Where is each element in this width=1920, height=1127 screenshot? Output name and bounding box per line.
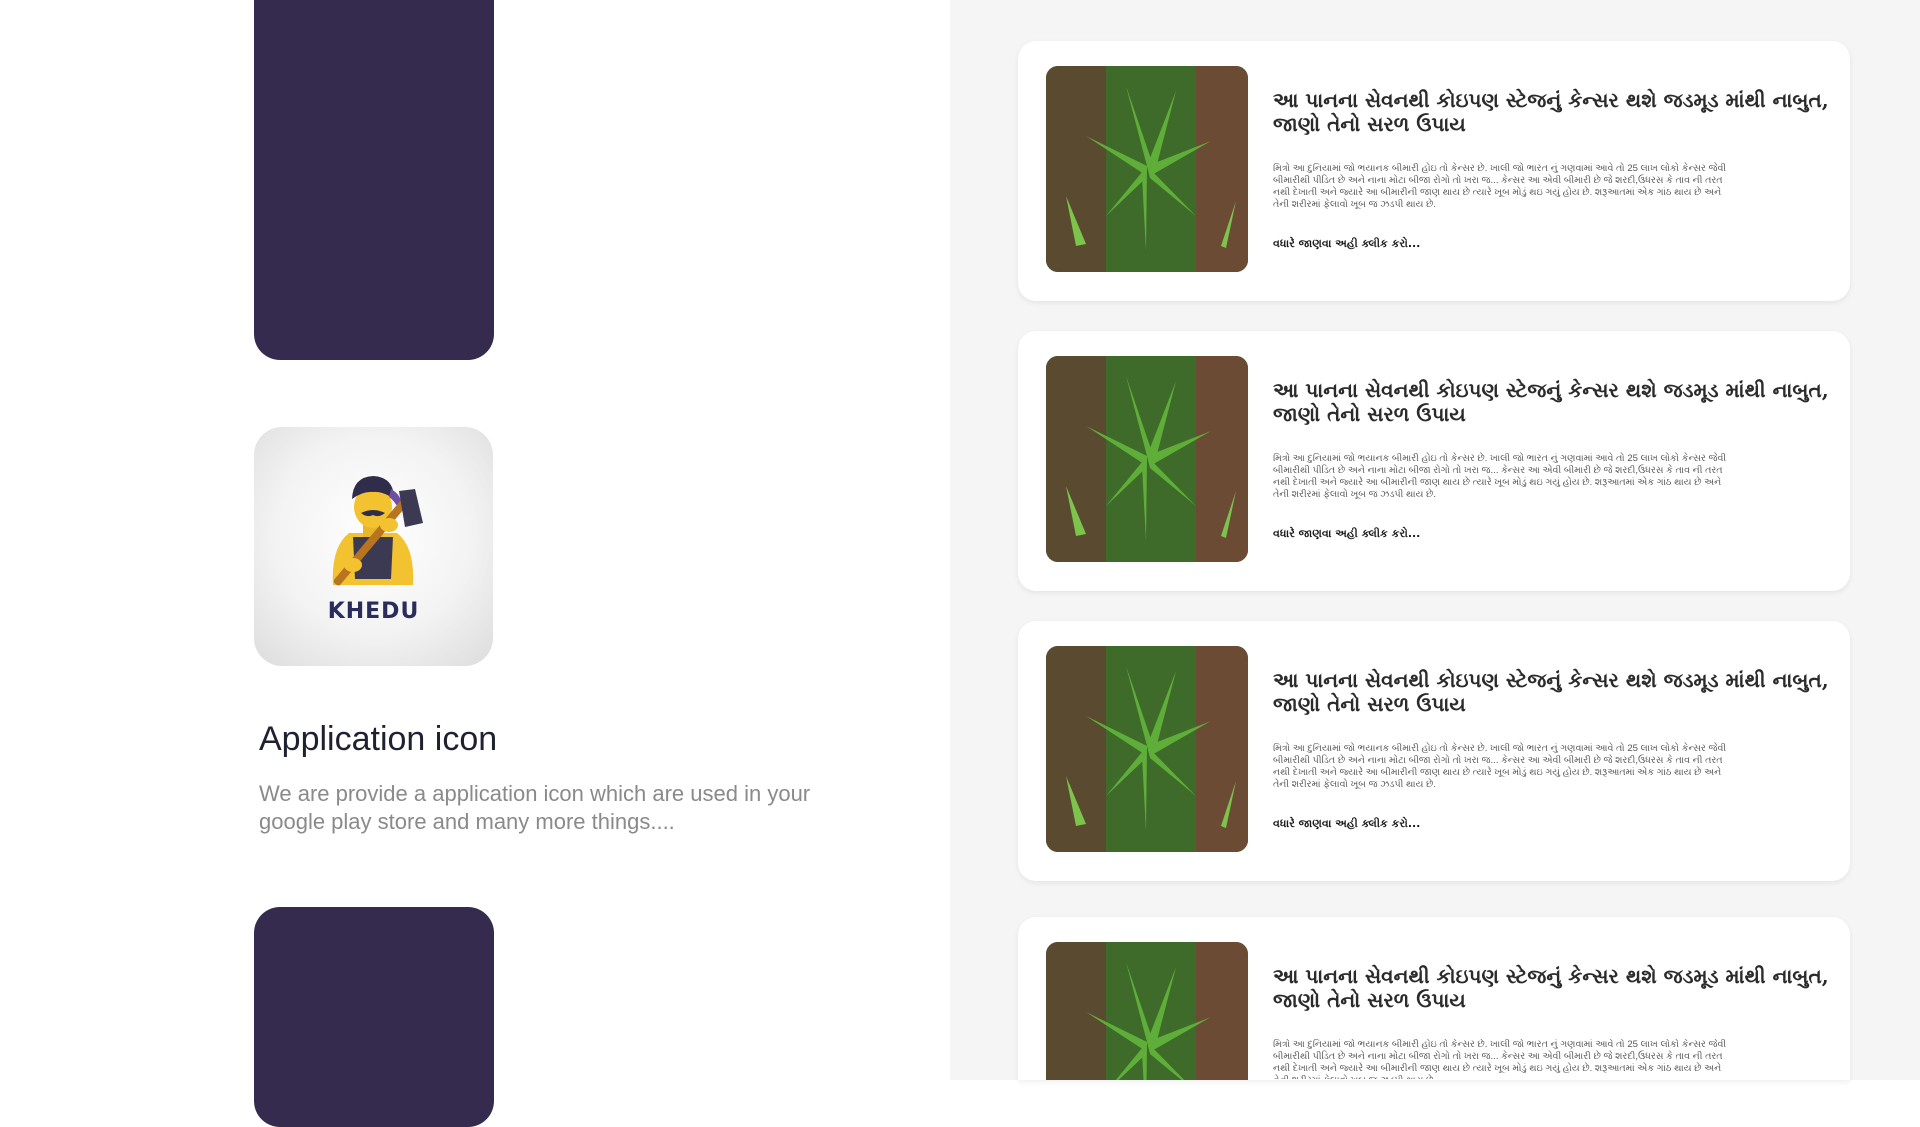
article-thumbnail [1046,942,1248,1080]
article-thumbnail [1046,646,1248,852]
showcase-panel: KHEDU Application icon We are provide a … [0,0,950,1127]
article-title[interactable]: આ પાનના સેવનથી કોઇપણ સ્ટેજનું કેન્સર થશે… [1273,668,1833,716]
app-icon-tile: KHEDU [254,427,493,666]
read-more-link[interactable]: વધારે જાણવા અહી ક્લીક કરો... [1273,817,1420,831]
article-excerpt: મિત્રો આ દુનિયામાં જો ભયાનક બીમારી હોઇ ત… [1273,743,1727,790]
app-brand-name: KHEDU [327,599,420,624]
article-excerpt: મિત્રો આ દુનિયામાં જો ભયાનક બીમારી હોઇ ત… [1273,1039,1727,1079]
brand-color-swatch-top [254,0,494,360]
article-title[interactable]: આ પાનના સેવનથી કોઇપણ સ્ટેજનું કેન્સર થશે… [1273,964,1833,1012]
article-card[interactable]: આ પાનના સેવનથી કોઇપણ સ્ટેજનું કેન્સર થશે… [1018,41,1850,301]
article-thumbnail [1046,66,1248,272]
read-more-link[interactable]: વધારે જાણવા અહી ક્લીક કરો... [1273,237,1420,251]
article-card[interactable]: આ પાનના સેવનથી કોઇપણ સ્ટેજનું કેન્સર થશે… [1018,917,1850,1080]
article-title[interactable]: આ પાનના સેવનથી કોઇપણ સ્ટેજનું કેન્સર થશે… [1273,88,1833,136]
read-more-link[interactable]: વધારે જાણવા અહી ક્લીક કરો... [1273,527,1420,541]
farmer-with-hoe-icon [332,476,423,586]
article-thumbnail [1046,356,1248,562]
article-excerpt: મિત્રો આ દુનિયામાં જો ભયાનક બીમારી હોઇ ત… [1273,453,1727,500]
article-card[interactable]: આ પાનના સેવનથી કોઇપણ સ્ટેજનું કેન્સર થશે… [1018,331,1850,591]
article-title[interactable]: આ પાનના સેવનથી કોઇપણ સ્ટેજનું કેન્સર થશે… [1273,378,1833,426]
section-description: We are provide a application icon which … [259,781,811,834]
section-title: Application icon [259,720,498,758]
article-excerpt: મિત્રો આ દુનિયામાં જો ભયાનક બીમારી હોઇ ત… [1273,163,1727,210]
article-card[interactable]: આ પાનના સેવનથી કોઇપણ સ્ટેજનું કેન્સર થશે… [1018,621,1850,881]
brand-color-swatch-bottom [254,907,494,1127]
